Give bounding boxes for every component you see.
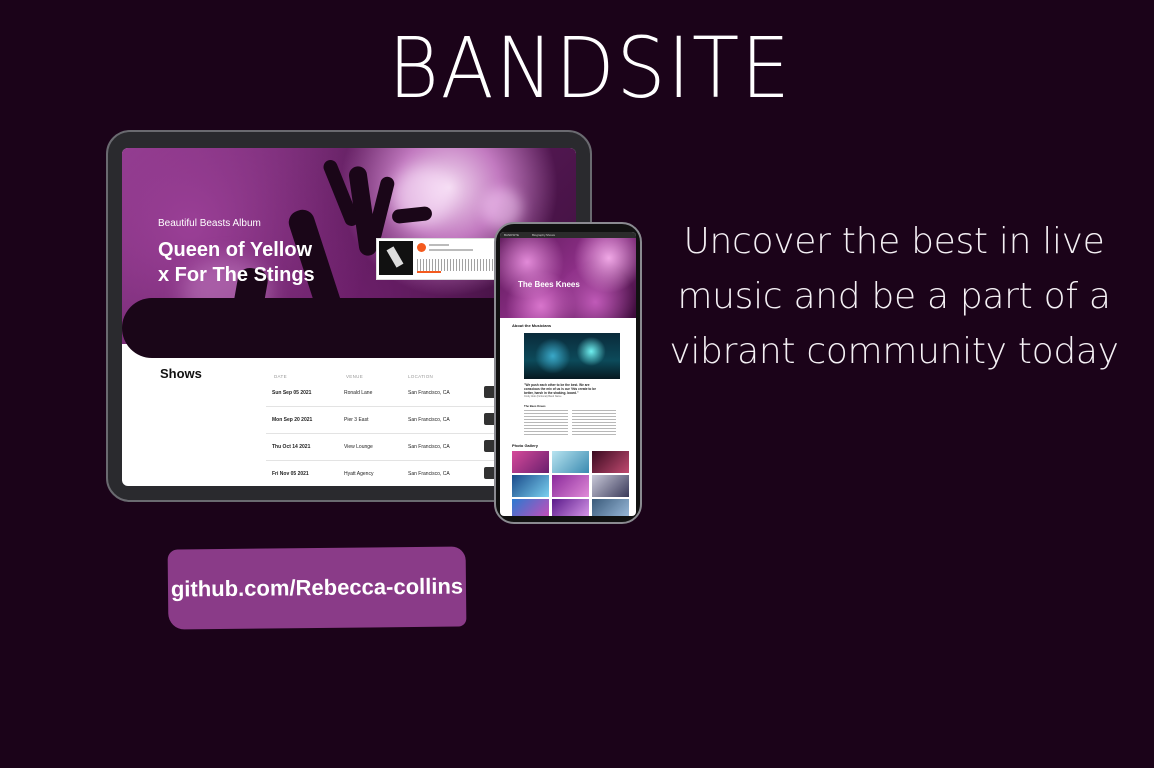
album-label: Beautiful Beasts Album	[158, 218, 261, 229]
track-meta	[429, 244, 449, 246]
about-text-column	[572, 410, 616, 436]
show-venue: Hyatt Agency	[344, 471, 374, 477]
column-header-venue: VENUE	[346, 374, 364, 379]
phone-nav-item[interactable]: Biography	[532, 233, 546, 237]
gallery-thumbnail[interactable]	[592, 499, 629, 516]
column-header-date: DATE	[274, 374, 287, 379]
show-date: Thu Oct 14 2021	[272, 444, 311, 450]
gallery-thumbnail[interactable]	[552, 475, 589, 497]
quote-cite: Cindy Aldo (Fictional) Band Name	[524, 395, 562, 398]
phone-nav-item[interactable]: Shows	[546, 233, 555, 237]
play-icon[interactable]	[417, 243, 426, 252]
gallery-heading: Photo Gallery	[512, 443, 539, 448]
phone-hero-banner: The Bees Knees	[500, 238, 636, 318]
track-meta	[429, 249, 473, 251]
shows-heading: Shows	[160, 366, 202, 381]
band-quote: "We push each other to be the best. We a…	[524, 383, 596, 395]
show-date: Fri Nov 05 2021	[272, 471, 309, 477]
show-venue: View Lounge	[344, 444, 373, 450]
column-header-location: LOCATION	[408, 374, 434, 379]
phone-nav-logo[interactable]: BANDSITE	[504, 233, 519, 237]
show-date: Sun Sep 05 2021	[272, 390, 312, 396]
github-link[interactable]: github.com/Rebecca-collins	[167, 546, 467, 630]
about-text-column	[524, 410, 568, 436]
audio-player-widget[interactable]	[376, 238, 498, 280]
waveform[interactable]	[417, 259, 493, 271]
show-venue: Ronald Lane	[344, 390, 373, 396]
phone-mockup: BANDSITE Biography Shows The Bees Knees …	[494, 222, 642, 524]
tagline: Uncover the best in live music and be a …	[669, 221, 1119, 372]
song-title: Queen of Yellow x For The Stings	[158, 238, 315, 288]
song-title-line: Queen of Yellow	[158, 239, 313, 261]
show-venue: Pier 3 East	[344, 417, 369, 423]
page-title: BANDSITE	[388, 19, 792, 117]
show-location: San Francisco, CA	[408, 444, 450, 450]
gallery-thumbnail[interactable]	[552, 499, 589, 516]
gallery-thumbnail[interactable]	[512, 451, 549, 473]
album-art	[379, 241, 413, 275]
show-location: San Francisco, CA	[408, 417, 450, 423]
phone-screen: BANDSITE Biography Shows The Bees Knees …	[500, 232, 636, 516]
show-location: San Francisco, CA	[408, 390, 450, 396]
gallery-thumbnail[interactable]	[592, 451, 629, 473]
gallery-thumbnail[interactable]	[552, 451, 589, 473]
concert-image	[524, 333, 620, 379]
phone-hero-title: The Bees Knees	[518, 280, 580, 289]
progress-bar[interactable]	[417, 271, 441, 273]
gallery-thumbnail[interactable]	[512, 475, 549, 497]
gallery-thumbnail[interactable]	[592, 475, 629, 497]
about-heading: About the Musicians	[512, 323, 552, 328]
show-location: San Francisco, CA	[408, 471, 450, 477]
show-date: Mon Sep 20 2021	[272, 417, 313, 423]
song-title-line: x For The Stings	[158, 264, 315, 286]
about-subheading: The Bees Knees	[524, 404, 546, 408]
gallery-thumbnail[interactable]	[512, 499, 549, 516]
